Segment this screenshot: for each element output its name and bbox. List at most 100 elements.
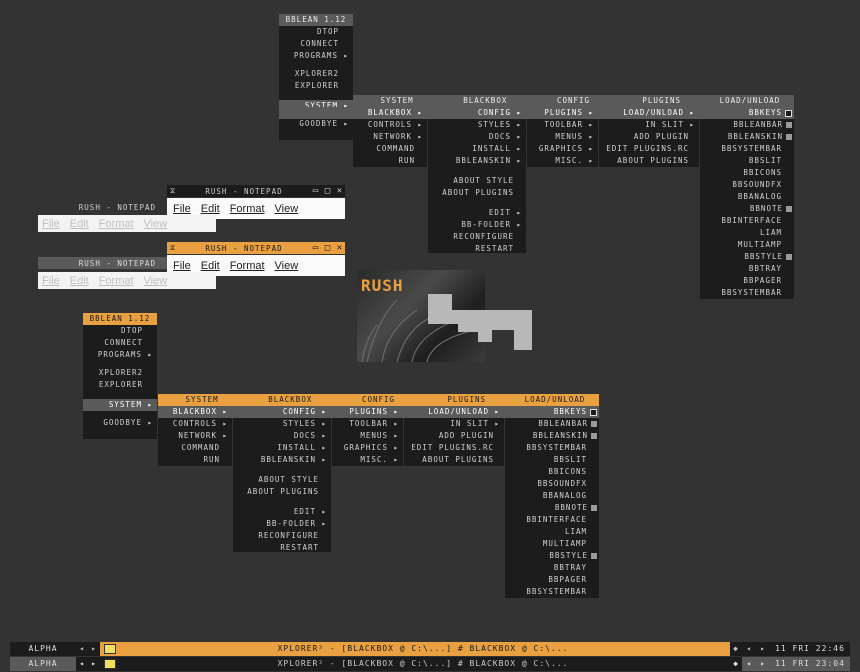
submenu-item-bb-folder[interactable]: BB-FOLDER ▸: [428, 219, 526, 231]
plugin-bbkeys[interactable]: BBKEYS: [505, 406, 599, 418]
plugin-bbstyle[interactable]: BBSTYLE: [505, 550, 599, 562]
plugin-bbnote[interactable]: BBNOTE: [700, 203, 794, 215]
workspace-label[interactable]: ALPHA: [10, 642, 76, 656]
plugin-bbpager[interactable]: BBPAGER: [505, 574, 599, 586]
menu-item-dtop[interactable]: DTOP: [83, 325, 157, 337]
submenu-item-load-unload[interactable]: LOAD/UNLOAD ▸: [599, 107, 699, 119]
submenu-item-toolbar[interactable]: TOOLBAR ▸: [527, 119, 598, 131]
submenu-item-controls[interactable]: CONTROLS ▸: [158, 418, 232, 430]
submenu-item-network[interactable]: NETWORK ▸: [353, 131, 427, 143]
submenu-item-menus[interactable]: MENUS ▸: [332, 430, 403, 442]
submenu-item-graphics[interactable]: GRAPHICS ▸: [332, 442, 403, 454]
submenu-item-restart[interactable]: RESTART: [233, 542, 331, 554]
workspace-label[interactable]: ALPHA: [10, 657, 76, 671]
maximize-icon[interactable]: □: [323, 186, 333, 196]
submenu-item-edit[interactable]: EDIT ▸: [428, 207, 526, 219]
plugin-bbsystembar[interactable]: BBSYSTEMBAR: [700, 143, 794, 155]
plugin-bbslit[interactable]: BBSLIT: [505, 454, 599, 466]
workspace-next-button[interactable]: ▸: [88, 657, 100, 671]
submenu-item-edit[interactable]: EDIT ▸: [233, 506, 331, 518]
submenu-item-edit-plugins-rc[interactable]: EDIT PLUGINS.RC: [599, 143, 699, 155]
submenu-item-run[interactable]: RUN: [158, 454, 232, 466]
submenu-item-reconfigure[interactable]: RECONFIGURE: [233, 530, 331, 542]
tray-next-button[interactable]: ▸: [756, 642, 770, 656]
tray-next-button[interactable]: ▸: [756, 657, 770, 671]
submenu-item-in-slit[interactable]: IN SLIT ▸: [404, 418, 504, 430]
menu-item-xplorer2[interactable]: XPLORER2: [279, 68, 353, 80]
submenu-item-install[interactable]: INSTALL ▸: [428, 143, 526, 155]
plugin-bbsoundfx[interactable]: BBSOUNDFX: [700, 179, 794, 191]
plugin-multiamp[interactable]: MULTIAMP: [505, 538, 599, 550]
plugin-bbslit[interactable]: BBSLIT: [700, 155, 794, 167]
submenu-item-styles[interactable]: STYLES ▸: [233, 418, 331, 430]
submenu-item-blackbox[interactable]: BLACKBOX ▸: [353, 107, 427, 119]
submenu-item-toolbar[interactable]: TOOLBAR ▸: [332, 418, 403, 430]
menu-item-goodbye[interactable]: GOODBYE ▸: [279, 118, 353, 130]
submenu-item-bbleanskin[interactable]: BBLEANSKIN ▸: [233, 454, 331, 466]
plugin-bbtray[interactable]: BBTRAY: [700, 263, 794, 275]
menu-item-explorer[interactable]: EXPLORER: [279, 80, 353, 92]
submenu-item-controls[interactable]: CONTROLS ▸: [353, 119, 427, 131]
plugin-multiamp[interactable]: MULTIAMP: [700, 239, 794, 251]
plugin-bbanalog[interactable]: BBANALOG: [700, 191, 794, 203]
plugin-bbsoundfx[interactable]: BBSOUNDFX: [505, 478, 599, 490]
submenu-item-command[interactable]: COMMAND: [158, 442, 232, 454]
plugin-bbtray[interactable]: BBTRAY: [505, 562, 599, 574]
submenu-item-install[interactable]: INSTALL ▸: [233, 442, 331, 454]
plugin-bbicons[interactable]: BBICONS: [700, 167, 794, 179]
plugin-bbinterface[interactable]: BBINTERFACE: [505, 514, 599, 526]
menu-item-programs[interactable]: PROGRAMS ▸: [279, 50, 353, 62]
minimize-icon[interactable]: ▭: [311, 186, 321, 196]
submenu-item-run[interactable]: RUN: [353, 155, 427, 167]
tray-prev-button[interactable]: ◂: [742, 642, 756, 656]
menu-file[interactable]: File: [173, 203, 191, 215]
plugin-bbicons[interactable]: BBICONS: [505, 466, 599, 478]
menu-view[interactable]: View: [275, 203, 299, 215]
submenu-item-graphics[interactable]: GRAPHICS ▸: [527, 143, 598, 155]
menu-item-connect[interactable]: CONNECT: [279, 38, 353, 50]
plugin-bbpager[interactable]: BBPAGER: [700, 275, 794, 287]
menu-item-system[interactable]: SYSTEM ▸: [83, 399, 157, 411]
submenu-item-plugins[interactable]: PLUGINS ▸: [527, 107, 598, 119]
submenu-item-blackbox[interactable]: BLACKBOX ▸: [158, 406, 232, 418]
menu-edit[interactable]: Edit: [201, 203, 220, 215]
submenu-item-about-style[interactable]: ABOUT STYLE: [428, 175, 526, 187]
menu-item-xplorer2[interactable]: XPLORER2: [83, 367, 157, 379]
plugin-liam[interactable]: LIAM: [700, 227, 794, 239]
submenu-item-restart[interactable]: RESTART: [428, 243, 526, 255]
submenu-item-command[interactable]: COMMAND: [353, 143, 427, 155]
submenu-item-about-plugins[interactable]: ABOUT PLUGINS: [233, 486, 331, 498]
menu-item-dtop[interactable]: DTOP: [279, 26, 353, 38]
plugin-bbinterface[interactable]: BBINTERFACE: [700, 215, 794, 227]
workspace-prev-button[interactable]: ◂: [76, 642, 88, 656]
minimize-icon[interactable]: ▭: [311, 243, 321, 253]
submenu-item-docs[interactable]: DOCS ▸: [428, 131, 526, 143]
submenu-item-docs[interactable]: DOCS ▸: [233, 430, 331, 442]
menu-format[interactable]: Format: [230, 203, 265, 215]
submenu-item-bb-folder[interactable]: BB-FOLDER ▸: [233, 518, 331, 530]
plugin-bbsystembar-2[interactable]: BBSYSTEMBAR: [505, 586, 599, 598]
submenu-item-add-plugin[interactable]: ADD PLUGIN: [404, 430, 504, 442]
plugin-liam[interactable]: LIAM: [505, 526, 599, 538]
submenu-item-misc[interactable]: MISC. ▸: [527, 155, 598, 167]
submenu-item-config[interactable]: CONFIG ▸: [233, 406, 331, 418]
submenu-item-about-plugins-2[interactable]: ABOUT PLUGINS: [599, 155, 699, 167]
menu-item-explorer[interactable]: EXPLORER: [83, 379, 157, 391]
menu-edit[interactable]: Edit: [201, 260, 220, 272]
tray-diamond-icon[interactable]: ◆: [730, 657, 742, 671]
plugin-bbleanskin[interactable]: BBLEANSKIN: [700, 131, 794, 143]
notepad-titlebar-1[interactable]: ⧖ RUSH - NOTEPAD ▭ □ ✕: [167, 185, 345, 197]
submenu-item-plugins[interactable]: PLUGINS ▸: [332, 406, 403, 418]
submenu-item-bbleanskin[interactable]: BBLEANSKIN ▸: [428, 155, 526, 167]
menu-item-goodbye[interactable]: GOODBYE ▸: [83, 417, 157, 429]
task-button[interactable]: XPLORER² - [BLACKBOX @ C:\...] # BLACKBO…: [100, 642, 730, 656]
plugin-bbnote[interactable]: BBNOTE: [505, 502, 599, 514]
maximize-icon[interactable]: □: [323, 243, 333, 253]
plugin-bbleanbar[interactable]: BBLEANBAR: [700, 119, 794, 131]
submenu-item-styles[interactable]: STYLES ▸: [428, 119, 526, 131]
plugin-bbanalog[interactable]: BBANALOG: [505, 490, 599, 502]
plugin-bbsystembar[interactable]: BBSYSTEMBAR: [505, 442, 599, 454]
submenu-item-misc[interactable]: MISC. ▸: [332, 454, 403, 466]
submenu-item-menus[interactable]: MENUS ▸: [527, 131, 598, 143]
menu-item-connect[interactable]: CONNECT: [83, 337, 157, 349]
